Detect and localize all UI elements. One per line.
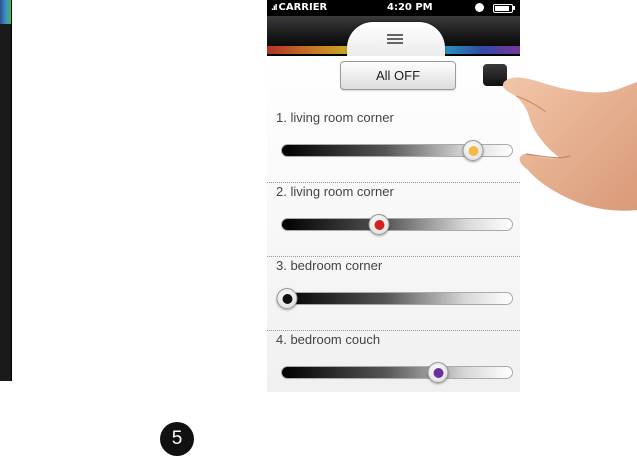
row-divider [267,256,520,257]
slider-knob[interactable] [427,362,449,383]
all-off-button[interactable]: All OFF [340,61,456,90]
hand-pointer-graphic [502,77,637,211]
brightness-slider[interactable] [276,288,513,309]
rotation-lock-icon [475,3,484,12]
slider-knob[interactable] [276,288,298,309]
light-row: 3. bedroom corner [267,258,520,331]
light-color-indicator [433,368,444,378]
status-time: 4:20 PM [387,2,433,13]
hamburger-menu-icon[interactable] [387,34,403,44]
light-color-indicator [468,146,479,156]
slider-knob[interactable] [462,140,484,161]
light-label: 1. living room corner [276,110,394,125]
battery-tip-icon [513,6,515,10]
previous-screen-glow [0,0,11,24]
row-divider [267,330,520,331]
light-row: 1. living room corner [267,110,520,183]
battery-icon [493,4,513,13]
carrier-text: CARRIER [278,2,328,13]
light-row: 4. bedroom couch [267,332,520,392]
light-label: 4. bedroom couch [276,332,381,347]
light-color-indicator [282,294,293,304]
previous-screen-edge [0,0,12,381]
light-color-indicator [374,220,385,230]
brightness-slider[interactable] [281,214,513,235]
step-number-badge: 5 [160,422,194,456]
brightness-slider[interactable] [281,140,513,161]
light-label: 3. bedroom corner [276,258,383,273]
phone-screen: .ıl CARRIER 4:20 PM All OFF 1. living roo… [267,0,520,392]
carrier-label: .ıl CARRIER [271,2,327,13]
row-divider [267,182,520,183]
brightness-slider[interactable] [281,362,513,383]
light-label: 2. living room corner [276,184,394,199]
signal-icon: .ıl [271,3,277,12]
light-row: 2. living room corner [267,184,520,257]
slider-knob[interactable] [368,214,390,235]
status-bar: .ıl CARRIER 4:20 PM [267,0,520,16]
lights-panel: All OFF 1. living room corner 2. living r… [267,56,520,392]
